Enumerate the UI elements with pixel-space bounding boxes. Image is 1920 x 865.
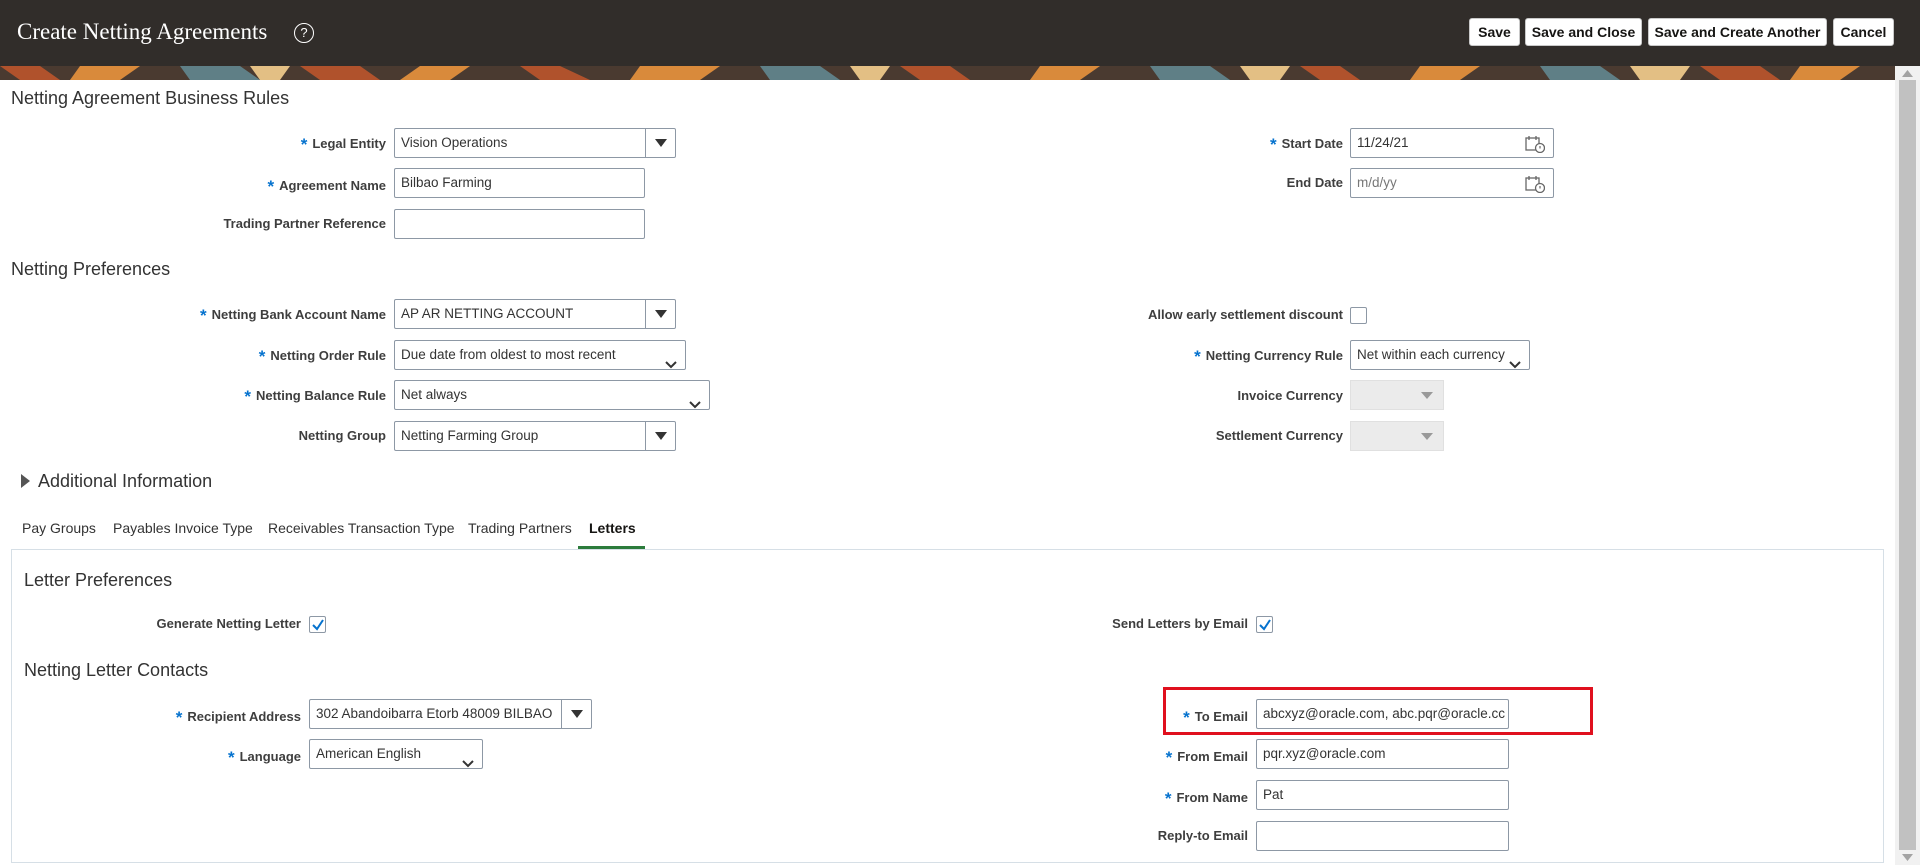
- language-select[interactable]: American English: [309, 739, 483, 769]
- order-rule-label: * Netting Order Rule: [258, 347, 386, 366]
- early-settlement-label: Allow early settlement discount: [1147, 307, 1343, 322]
- legal-entity-label: * Legal Entity: [300, 135, 386, 154]
- scroll-down-arrow-icon[interactable]: [1902, 853, 1913, 863]
- balance-rule-label: * Netting Balance Rule: [244, 387, 386, 406]
- scrollbar-thumb[interactable]: [1899, 80, 1916, 850]
- legal-entity-combobox[interactable]: Vision Operations: [394, 128, 676, 158]
- business-rules-heading: Netting Agreement Business Rules: [11, 88, 290, 108]
- additional-information-toggle[interactable]: Additional Information: [38, 471, 212, 492]
- language-label: * Language: [227, 748, 301, 767]
- invoice-currency-combobox: [1350, 380, 1444, 410]
- settlement-currency-combobox: [1350, 421, 1444, 451]
- tab-payables-invoice-type[interactable]: Payables Invoice Type: [113, 520, 253, 536]
- chevron-down-icon: [689, 391, 701, 409]
- reply-to-email-label: Reply-to Email: [1157, 828, 1248, 843]
- chevron-down-icon: [462, 750, 474, 768]
- dropdown-triangle-icon[interactable]: [645, 129, 675, 157]
- agreement-name-input[interactable]: Bilbao Farming: [394, 168, 645, 198]
- generate-letter-label: Generate Netting Letter: [156, 616, 301, 631]
- page-title: Create Netting Agreements: [17, 19, 268, 44]
- netting-preferences-heading: Netting Preferences: [11, 259, 171, 279]
- save-button[interactable]: Save: [1469, 18, 1520, 46]
- from-email-label: * From Email: [1165, 748, 1248, 767]
- currency-rule-select[interactable]: Net within each currency: [1350, 340, 1530, 370]
- letter-preferences-heading: Letter Preferences: [24, 570, 173, 590]
- order-rule-select[interactable]: Due date from oldest to most recent: [394, 340, 686, 370]
- dropdown-triangle-icon[interactable]: [561, 700, 591, 728]
- netting-group-combobox[interactable]: Netting Farming Group: [394, 421, 676, 451]
- end-date-label: End Date: [1286, 175, 1343, 190]
- to-email-highlight-box: [1163, 687, 1593, 735]
- from-name-label: * From Name: [1164, 789, 1248, 808]
- trading-partner-reference-input[interactable]: [394, 209, 645, 239]
- bank-account-label: * Netting Bank Account Name: [200, 306, 386, 325]
- tab-trading-partners[interactable]: Trading Partners: [468, 520, 572, 536]
- from-email-input[interactable]: pqr.xyz@oracle.com: [1256, 739, 1509, 769]
- dropdown-triangle-icon: [1421, 392, 1433, 399]
- netting-letter-contacts-heading: Netting Letter Contacts: [24, 660, 209, 680]
- bank-account-combobox[interactable]: AP AR NETTING ACCOUNT: [394, 299, 676, 329]
- end-date-input[interactable]: m/d/yy: [1350, 168, 1554, 198]
- agreement-name-label: * Agreement Name: [267, 177, 386, 196]
- vertical-scrollbar[interactable]: [1895, 66, 1920, 865]
- dropdown-triangle-icon: [1421, 433, 1433, 440]
- checkmark-icon: [1259, 619, 1271, 631]
- chevron-down-icon: [665, 351, 677, 369]
- netting-group-label: Netting Group: [298, 428, 386, 443]
- settlement-currency-label: Settlement Currency: [1215, 428, 1343, 443]
- recipient-address-combobox[interactable]: 302 Abandoibarra Etorb 48009 BILBAO: [309, 699, 592, 729]
- expand-triangle-icon[interactable]: [21, 474, 30, 493]
- scroll-up-arrow-icon[interactable]: [1902, 68, 1913, 78]
- save-and-create-another-button[interactable]: Save and Create Another: [1648, 18, 1827, 46]
- invoice-currency-label: Invoice Currency: [1237, 388, 1344, 403]
- calendar-icon[interactable]: [1525, 175, 1546, 197]
- start-date-label: * Start Date: [1269, 135, 1343, 154]
- from-name-input[interactable]: Pat: [1256, 780, 1509, 810]
- title-bar: Create Netting Agreements ? Save Save an…: [0, 0, 1920, 66]
- balance-rule-select[interactable]: Net always: [394, 380, 710, 410]
- checkmark-icon: [312, 619, 324, 631]
- send-by-email-label: Send Letters by Email: [1112, 616, 1248, 631]
- save-and-close-button[interactable]: Save and Close: [1525, 18, 1642, 46]
- tab-letters[interactable]: Letters: [589, 520, 636, 536]
- reply-to-email-input[interactable]: [1256, 821, 1509, 851]
- trading-partner-reference-label: Trading Partner Reference: [223, 216, 386, 231]
- dropdown-triangle-icon[interactable]: [645, 422, 675, 450]
- generate-letter-checkbox[interactable]: [309, 616, 326, 633]
- early-settlement-checkbox[interactable]: [1350, 307, 1367, 324]
- tab-pay-groups[interactable]: Pay Groups: [22, 520, 96, 536]
- currency-rule-label: * Netting Currency Rule: [1194, 347, 1343, 366]
- recipient-address-label: * Recipient Address: [175, 708, 301, 727]
- cancel-button[interactable]: Cancel: [1833, 18, 1894, 46]
- tab-receivables-transaction-type[interactable]: Receivables Transaction Type: [268, 520, 455, 536]
- page-header: Create Netting Agreements ? Save Save an…: [0, 0, 1920, 66]
- chevron-down-icon: [1507, 351, 1521, 369]
- calendar-icon[interactable]: [1525, 135, 1546, 157]
- send-by-email-checkbox[interactable]: [1256, 616, 1273, 633]
- question-circle-icon[interactable]: ?: [294, 23, 314, 43]
- dropdown-triangle-icon[interactable]: [645, 300, 675, 328]
- start-date-input[interactable]: 11/24/21: [1350, 128, 1554, 158]
- decorative-banner: [0, 66, 1920, 80]
